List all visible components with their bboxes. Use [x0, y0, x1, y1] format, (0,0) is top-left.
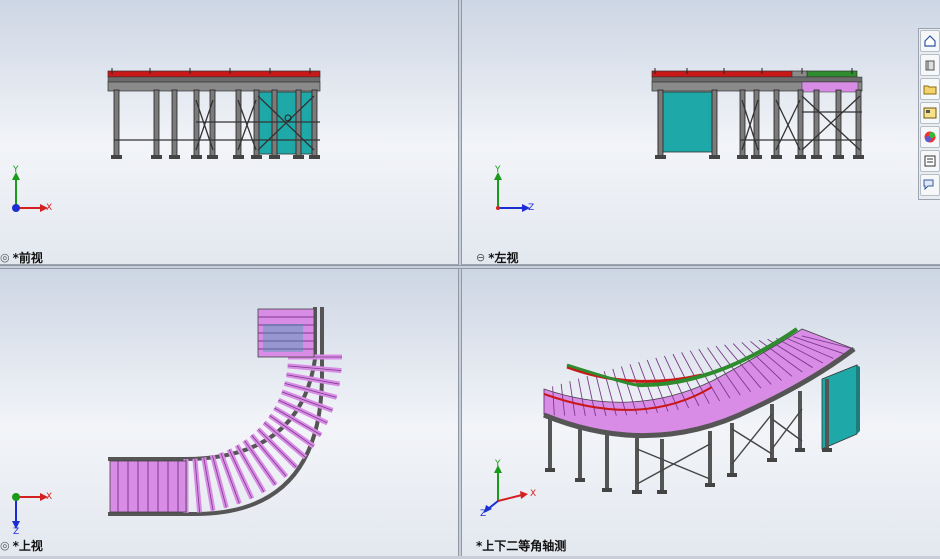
view-name-left: *左视	[488, 251, 519, 265]
viewport-splitter-vertical[interactable]	[458, 0, 462, 559]
appearance-icon[interactable]	[920, 126, 940, 148]
viewport-iso[interactable]: Y X Z *上下二等角轴测	[462, 269, 940, 556]
axis-y-label: Y	[495, 165, 501, 175]
axis-triad	[494, 172, 530, 212]
axis-x-label: X	[46, 203, 53, 213]
roller-edge	[203, 457, 214, 511]
view-name-front: *前视	[12, 251, 43, 265]
roller-group	[183, 354, 342, 513]
forum-icon[interactable]	[920, 174, 940, 196]
axis-y-label: Y	[13, 165, 19, 175]
home-icon[interactable]	[920, 30, 940, 52]
viewport-front[interactable]: Y X ◎ *前视	[0, 0, 458, 265]
front-view-model	[12, 68, 321, 212]
viewport-top[interactable]: Z X ◎ *上视	[0, 269, 458, 556]
axis-x-label: X	[530, 489, 537, 499]
task-pane	[918, 28, 940, 200]
viewport-label-left[interactable]: ⊖ *左视	[476, 249, 519, 265]
viewport-left[interactable]: Y Z ⊖ *左视	[462, 0, 940, 265]
properties-icon[interactable]	[920, 150, 940, 172]
top-view-model	[12, 307, 342, 529]
viewport-label-top[interactable]: ◎ *上视	[0, 537, 43, 554]
parts-3d-icon[interactable]	[920, 54, 940, 76]
link-icon: ⊖	[476, 251, 486, 264]
left-view-model	[494, 68, 864, 212]
axis-y-label: Y	[495, 459, 501, 469]
view-name-top: *上视	[12, 539, 43, 553]
axis-z-label: Z	[528, 203, 535, 213]
axis-x-label: X	[46, 492, 53, 502]
link-icon: ◎	[0, 539, 10, 552]
axis-triad	[12, 493, 48, 529]
axis-z-label: Z	[480, 509, 487, 519]
viewport-label-iso[interactable]: *上下二等角轴测	[476, 537, 566, 554]
view-name-iso: *上下二等角轴测	[476, 539, 567, 553]
folder-icon[interactable]	[920, 78, 940, 100]
viewport-splitter-horizontal[interactable]	[0, 265, 940, 269]
link-icon: ◎	[0, 251, 10, 264]
view-palette-icon[interactable]	[920, 102, 940, 124]
axis-z-label: Z	[13, 527, 20, 537]
axis-triad	[12, 172, 48, 212]
iso-view-model	[484, 327, 860, 513]
viewport-label-front[interactable]: ◎ *前视	[0, 249, 43, 265]
axis-triad	[484, 465, 528, 513]
